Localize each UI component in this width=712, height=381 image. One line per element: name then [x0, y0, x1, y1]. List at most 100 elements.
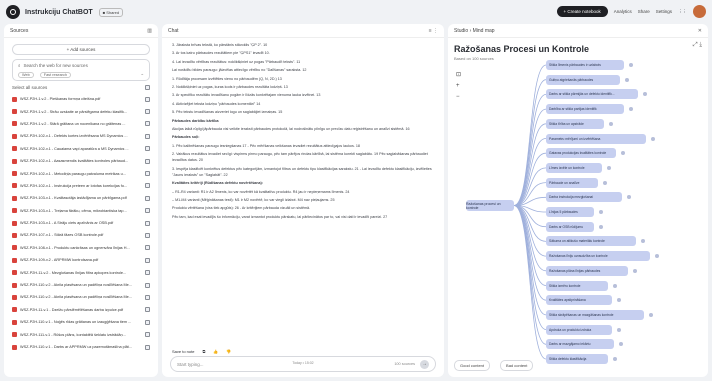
- mind-map-node[interactable]: Ražošanas plāna līnijas pārbaudes: [546, 265, 637, 276]
- mind-map-node[interactable]: Parametru mērījumi un izvērtēšana: [546, 133, 655, 144]
- mind-map-node[interactable]: Darbs ar OSB rūdijumu: [546, 221, 603, 232]
- mind-map-node[interactable]: Stikla skrāpēšanas un mazgāšanas kontrol…: [546, 309, 653, 320]
- source-checkbox[interactable]: [145, 96, 150, 102]
- source-item[interactable]: WSZ-P2H-103-v.1 - A Strāju ciets apzīnān…: [12, 217, 150, 229]
- source-item[interactable]: WSZ-P2H-11-v.2 - Mezglošanas līnijas fil…: [12, 266, 150, 278]
- source-checkbox[interactable]: [145, 270, 150, 276]
- submit-arrow-icon[interactable]: →: [140, 72, 144, 78]
- source-checkbox[interactable]: [145, 332, 150, 338]
- chat-options-icon[interactable]: ≡ ⋮: [429, 28, 438, 34]
- mind-map-node[interactable]: Stikla tīrība un apstrāde: [546, 118, 613, 129]
- source-checkbox[interactable]: [145, 319, 150, 325]
- expand-node-icon[interactable]: [649, 312, 653, 317]
- mind-map-node[interactable]: Apdruka un produktu izdruka: [546, 324, 621, 335]
- source-checkbox[interactable]: [145, 158, 150, 164]
- source-checkbox[interactable]: [145, 146, 150, 152]
- source-item[interactable]: WSZ-P2H-102-v.1 - Instrukcija preteen ar…: [12, 180, 150, 192]
- analytics-button[interactable]: Analytics: [614, 9, 632, 14]
- settings-button[interactable]: Settings: [656, 9, 672, 14]
- source-item[interactable]: WSZ-P2H-108-v.1 - Produktu cankrāsas un …: [12, 242, 150, 254]
- mind-map-node[interactable]: Stikla līmenis pārbaudes ir uzlabots: [546, 60, 633, 70]
- source-item[interactable]: WSZ-P2H-1.v.2 - Strāu uzskaite ar pārslē…: [12, 105, 150, 117]
- source-item[interactable]: WSZ-P2H-103-v.1 - Treļama fārāku, cēma, …: [12, 205, 150, 217]
- source-item[interactable]: WSZ-P2H-111-v.1 - Rūšos plāns, kontaktēā…: [12, 328, 150, 340]
- source-item[interactable]: WSZ-P2H-110-v.2 - Akrila plasēsana un pa…: [12, 279, 150, 291]
- good-content-button[interactable]: Good content: [454, 360, 491, 371]
- expand-node-icon[interactable]: [625, 77, 629, 82]
- expand-node-icon[interactable]: [609, 121, 613, 126]
- thumbs-down-icon[interactable]: 👎: [226, 349, 231, 354]
- app-title[interactable]: Instrukciju ChatBOT: [25, 9, 93, 16]
- expand-node-icon[interactable]: [599, 224, 603, 229]
- source-checkbox[interactable]: [145, 232, 150, 238]
- source-checkbox[interactable]: [145, 183, 150, 189]
- send-icon[interactable]: →: [420, 359, 429, 369]
- web-search-box[interactable]: ⌕ Search the web for new sources Web Fas…: [12, 59, 150, 81]
- thumbs-up-icon[interactable]: 👍: [213, 349, 218, 354]
- mind-map-node[interactable]: Stikla izmēru kontrole: [546, 280, 617, 291]
- mind-map-node[interactable]: Gatavas produkcijas kvalitātes kontrole: [546, 148, 625, 159]
- collapse-panel-icon[interactable]: ▥: [147, 28, 152, 34]
- source-item[interactable]: WSZ-P2H-110-v.1 - Darbs ar APPRMW uz paz…: [12, 341, 150, 353]
- source-checkbox[interactable]: [145, 344, 150, 350]
- copy-icon[interactable]: ⧉: [202, 349, 205, 354]
- source-item[interactable]: WSZ-P2H-11-v.1 - Dzelžu pārslēmēlēšanas …: [12, 304, 150, 316]
- source-item[interactable]: WSZ-P2H-1.v.2 - Stārā grāitana un nocenl…: [12, 118, 150, 130]
- apps-grid-icon[interactable]: ⋮⋮: [678, 9, 687, 15]
- expand-node-icon[interactable]: [613, 357, 617, 361]
- research-mode-pill[interactable]: Fast research: [39, 72, 71, 78]
- source-checkbox[interactable]: [145, 171, 150, 177]
- mind-map-node[interactable]: Sākuma un atlikušo materiālu kontrole: [546, 236, 645, 247]
- source-checkbox[interactable]: [145, 208, 150, 214]
- source-item[interactable]: WSZ-P2H-110-v.1 - Noģēs rīdas grāitanas …: [12, 316, 150, 328]
- expand-node-icon[interactable]: [607, 165, 611, 170]
- source-checkbox[interactable]: [145, 195, 150, 201]
- expand-node-icon[interactable]: [599, 210, 603, 214]
- source-checkbox[interactable]: [145, 109, 150, 115]
- avatar[interactable]: [693, 5, 706, 18]
- add-sources-button[interactable]: + Add sources: [12, 44, 150, 55]
- source-checkbox[interactable]: [145, 307, 150, 313]
- expand-node-icon[interactable]: [629, 63, 633, 67]
- source-checkbox[interactable]: [145, 257, 150, 263]
- source-item[interactable]: WSZ-P2H-103-v.1 - Kvalitasotāja izstādīj…: [12, 192, 150, 204]
- source-item[interactable]: WSZ-P2H-110-v.2 - Akrila plasēsana un pa…: [12, 291, 150, 303]
- source-item[interactable]: WSZ-P2H-102-v.1 - Defekts kortes izvērtē…: [12, 130, 150, 142]
- save-to-note-button[interactable]: Save to note: [172, 349, 194, 354]
- mind-map-node[interactable]: Darba instrukcija mezglošanai: [546, 192, 631, 203]
- source-item[interactable]: WSZ-P2H-102-v.1 - Aasasmendis kvalitātes…: [12, 155, 150, 167]
- mind-map-node[interactable]: Līnijas 5 pārbaudes: [546, 207, 603, 217]
- mind-map-node[interactable]: Līmes izvēle un kontrole: [546, 162, 611, 173]
- mind-map-node[interactable]: Gultņu atgriešanās pārbaudes: [546, 74, 629, 85]
- expand-node-icon[interactable]: [651, 136, 655, 141]
- expand-node-icon[interactable]: [633, 268, 637, 273]
- select-all-row[interactable]: Select all sources: [12, 85, 150, 90]
- share-button[interactable]: Share: [638, 9, 650, 14]
- expand-node-icon[interactable]: [617, 327, 621, 332]
- create-notebook-button[interactable]: + Create notebook: [556, 6, 608, 17]
- mind-map-node[interactable]: Pārbaude un analīze: [546, 177, 607, 188]
- source-item[interactable]: WSZ-P2H-107-v.1 - Stārā fāzes OSB kontro…: [12, 229, 150, 241]
- mind-map-node[interactable]: Darbība ar stikla partijas identifik: [546, 104, 633, 115]
- source-item[interactable]: WSZ-P2H-1.v.2 - Pieškanas formņa citeišn…: [12, 93, 150, 105]
- search-input[interactable]: Search the web for new sources: [24, 63, 88, 68]
- mind-map-node[interactable]: Stikla defektu klasifikācija: [546, 354, 617, 364]
- bad-content-button[interactable]: Bad content: [500, 360, 534, 371]
- source-checkbox[interactable]: [145, 133, 150, 139]
- source-checkbox[interactable]: [145, 282, 150, 288]
- source-item[interactable]: WSZ-P2H-102-v.1 - Cauaiama vapi aparatūr…: [12, 143, 150, 155]
- expand-node-icon[interactable]: [603, 180, 607, 185]
- mind-map-node[interactable]: Darbs ar stikla pārmijās un defektu iden…: [546, 89, 647, 100]
- source-checkbox[interactable]: [145, 220, 150, 226]
- chat-input[interactable]: Start typing... 100 sources →: [170, 356, 436, 372]
- select-all-checkbox[interactable]: [145, 85, 150, 90]
- mind-map-node[interactable]: Ražošanas līniju uzraudzība un kontrole: [546, 251, 659, 262]
- source-item[interactable]: WSZ-P2H-102-v.1 - Metodiņļa paraugu patv…: [12, 167, 150, 179]
- mind-map-node[interactable]: Darbs ar mazgājamo iekārtu: [546, 339, 623, 350]
- source-checkbox[interactable]: [145, 294, 150, 300]
- mind-map-root-node[interactable]: Ražošanas procesi un kontrole: [466, 200, 514, 211]
- web-filter-pill[interactable]: Web: [18, 72, 34, 78]
- source-checkbox[interactable]: [145, 121, 150, 127]
- mind-map-node[interactable]: Kvalitātes apstiprināšana: [546, 295, 621, 306]
- source-checkbox[interactable]: [145, 245, 150, 251]
